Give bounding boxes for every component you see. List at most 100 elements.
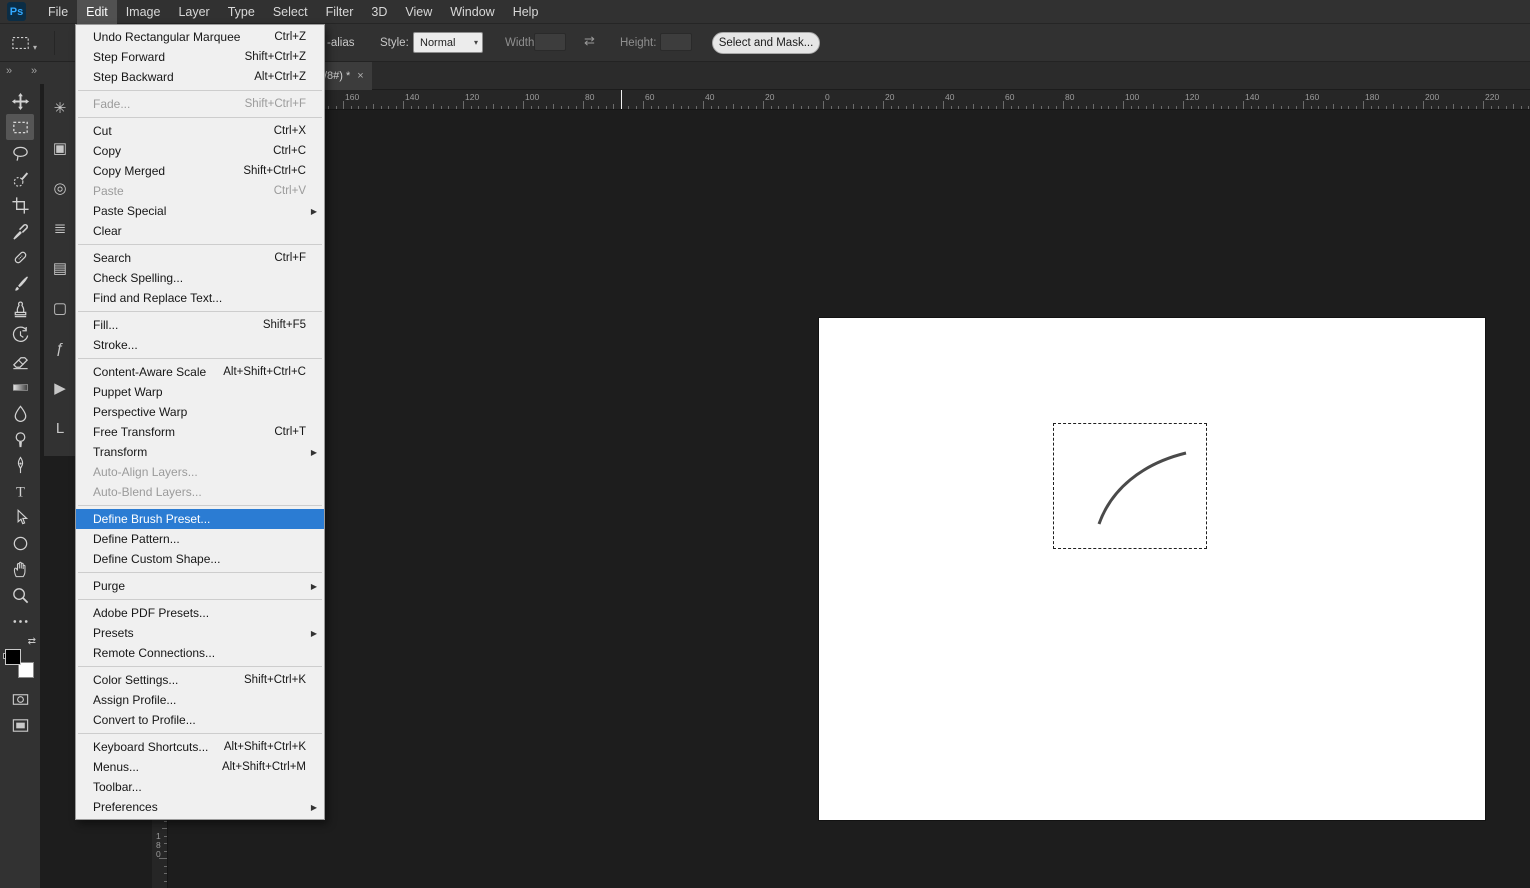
document-canvas[interactable] (819, 318, 1485, 820)
character-panel-icon[interactable]: ▤ (47, 248, 73, 288)
menu-item-fill[interactable]: Fill... Shift+F5 (76, 315, 324, 335)
menu-item-preferences[interactable]: Preferences ▶ (76, 797, 324, 817)
menubar-item-window[interactable]: Window (441, 0, 503, 24)
width-input[interactable] (534, 33, 566, 51)
menu-item-clear[interactable]: Clear (76, 221, 324, 241)
effects-panel-icon[interactable]: ƒ (47, 328, 73, 368)
menubar-item-file[interactable]: File (39, 0, 77, 24)
menu-item-define-pattern[interactable]: Define Pattern... (76, 529, 324, 549)
clone-source-panel-icon[interactable]: ◎ (47, 168, 73, 208)
horizontal-ruler[interactable]: 160 140 120 100 80 60 40 20 0 20 40 60 80 100 120 140 16… (168, 90, 1530, 110)
menu-item-adobe-pdf-presets[interactable]: Adobe PDF Presets... (76, 603, 324, 623)
screen-mode-button[interactable] (6, 712, 34, 738)
expand-panels-icon[interactable]: » (31, 65, 37, 77)
style-select[interactable]: Normal ▾ (413, 32, 483, 53)
menu-item-content-aware-scale[interactable]: Content-Aware Scale Alt+Shift+Ctrl+C (76, 362, 324, 382)
brush-tool[interactable] (6, 270, 34, 296)
eyedropper-tool[interactable] (6, 218, 34, 244)
spot-healing-brush-tool[interactable] (6, 244, 34, 270)
properties-panel-icon[interactable]: ✳ (47, 88, 73, 128)
expand-toolbar-icon[interactable]: » (6, 65, 12, 77)
history-brush-tool[interactable] (6, 322, 34, 348)
menubar-item-3d[interactable]: 3D (362, 0, 396, 24)
menu-item-stroke[interactable]: Stroke... (76, 335, 324, 355)
brush-settings-panel-icon[interactable]: ≣ (47, 208, 73, 248)
ellipse-tool[interactable] (6, 530, 34, 556)
menu-item-purge[interactable]: Purge ▶ (76, 576, 324, 596)
menu-separator (78, 311, 322, 312)
menubar-item-filter[interactable]: Filter (317, 0, 363, 24)
menubar-item-image[interactable]: Image (117, 0, 170, 24)
menu-item-convert-to-profile[interactable]: Convert to Profile... (76, 710, 324, 730)
tool-preset-dropdown[interactable]: ▾ (10, 30, 46, 56)
menu-item-define-custom-shape[interactable]: Define Custom Shape... (76, 549, 324, 569)
menu-item-paste-special[interactable]: Paste Special ▶ (76, 201, 324, 221)
menu-item-color-settings[interactable]: Color Settings... Shift+Ctrl+K (76, 670, 324, 690)
menu-item-search[interactable]: Search Ctrl+F (76, 248, 324, 268)
quick-selection-tool[interactable] (6, 166, 34, 192)
menu-item-perspective-warp[interactable]: Perspective Warp (76, 402, 324, 422)
type-tool[interactable]: T (6, 478, 34, 504)
menu-item-check-spelling[interactable]: Check Spelling... (76, 268, 324, 288)
menu-item-fade[interactable]: Fade... Shift+Ctrl+F (76, 94, 324, 114)
menu-item-undo-rectangular-marquee[interactable]: Undo Rectangular Marquee Ctrl+Z (76, 27, 324, 47)
lasso-tool[interactable] (6, 140, 34, 166)
menubar-item-type[interactable]: Type (219, 0, 264, 24)
foreground-color-chip[interactable] (5, 649, 21, 665)
crop-tool[interactable] (6, 192, 34, 218)
menu-item-menus[interactable]: Menus... Alt+Shift+Ctrl+M (76, 757, 324, 777)
hand-tool[interactable] (6, 556, 34, 582)
menubar-item-select[interactable]: Select (264, 0, 317, 24)
menu-item-transform[interactable]: Transform ▶ (76, 442, 324, 462)
move-tool[interactable] (6, 88, 34, 114)
menu-item-keyboard-shortcuts[interactable]: Keyboard Shortcuts... Alt+Shift+Ctrl+K (76, 737, 324, 757)
height-input[interactable] (660, 33, 692, 51)
ruler-tick (1490, 106, 1492, 109)
menubar-item-layer[interactable]: Layer (169, 0, 218, 24)
blur-tool[interactable] (6, 400, 34, 426)
menu-item-auto-blend-layers[interactable]: Auto-Blend Layers... (76, 482, 324, 502)
menubar-item-edit[interactable]: Edit (77, 0, 117, 24)
actions-panel-icon[interactable]: ▶ (47, 368, 73, 408)
menu-item-puppet-warp[interactable]: Puppet Warp (76, 382, 324, 402)
clone-stamp-tool[interactable] (6, 296, 34, 322)
menu-item-define-brush-preset[interactable]: Define Brush Preset... (76, 509, 324, 529)
menu-item-paste[interactable]: Paste Ctrl+V (76, 181, 324, 201)
menu-item-cut[interactable]: Cut Ctrl+X (76, 121, 324, 141)
ruler-tick (1040, 106, 1042, 109)
quick-mask-button[interactable] (6, 686, 34, 712)
zoom-tool[interactable] (6, 582, 34, 608)
menu-item-label: Define Custom Shape... (93, 552, 221, 566)
dodge-tool[interactable] (6, 426, 34, 452)
selection-marquee[interactable] (1053, 423, 1207, 549)
libraries-panel-icon[interactable]: L (47, 408, 73, 448)
menu-item-free-transform[interactable]: Free Transform Ctrl+T (76, 422, 324, 442)
menu-item-find-and-replace-text[interactable]: Find and Replace Text... (76, 288, 324, 308)
menu-item-auto-align-layers[interactable]: Auto-Align Layers... (76, 462, 324, 482)
menu-item-copy-merged[interactable]: Copy Merged Shift+Ctrl+C (76, 161, 324, 181)
ruler-tick (733, 104, 734, 109)
menu-item-step-backward[interactable]: Step Backward Alt+Ctrl+Z (76, 67, 324, 87)
menu-item-presets[interactable]: Presets ▶ (76, 623, 324, 643)
menu-item-assign-profile[interactable]: Assign Profile... (76, 690, 324, 710)
menu-item-copy[interactable]: Copy Ctrl+C (76, 141, 324, 161)
menubar-items: File Edit Image Layer Type Select Filter 3D View… (39, 0, 547, 24)
adjustments-panel-icon[interactable]: ▣ (47, 128, 73, 168)
rectangular-marquee-tool[interactable] (6, 114, 34, 140)
menubar-item-view[interactable]: View (396, 0, 441, 24)
eraser-tool[interactable] (6, 348, 34, 374)
select-and-mask-button[interactable]: Select and Mask... (712, 32, 820, 54)
swap-dimensions-icon[interactable]: ⇄ (584, 33, 595, 49)
paragraph-panel-icon[interactable]: ▢ (47, 288, 73, 328)
edit-toolbar-button[interactable] (6, 608, 34, 634)
menu-item-step-forward[interactable]: Step Forward Shift+Ctrl+Z (76, 47, 324, 67)
ruler-tick (1115, 106, 1117, 109)
gradient-tool[interactable] (6, 374, 34, 400)
swap-colors-icon[interactable]: ⇄ (28, 636, 36, 647)
menu-item-remote-connections[interactable]: Remote Connections... (76, 643, 324, 663)
tab-close-icon[interactable]: × (357, 70, 363, 82)
pen-tool[interactable] (6, 452, 34, 478)
path-selection-tool[interactable] (6, 504, 34, 530)
menu-item-toolbar[interactable]: Toolbar... (76, 777, 324, 797)
menubar-item-help[interactable]: Help (504, 0, 548, 24)
